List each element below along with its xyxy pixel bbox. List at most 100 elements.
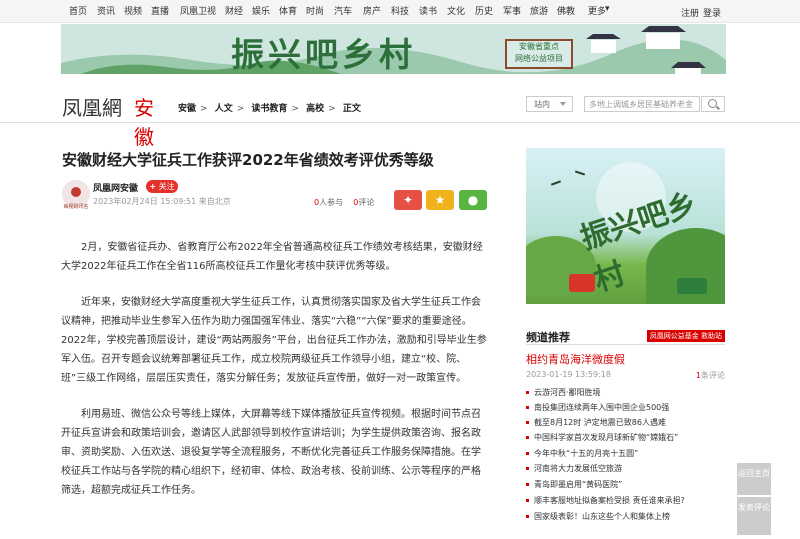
list-item[interactable]: 今年中秋“十五的月亮十五圆” <box>526 448 725 459</box>
list-item-label: 截至8月12时 泸定地震已致86人遇难 <box>534 418 666 427</box>
stamp-line-1: 安徽省重点 <box>519 42 559 51</box>
bird-icon <box>550 180 562 186</box>
tractor-icon <box>569 274 595 292</box>
list-item-label: 今年中秋“十五的月亮十五圆” <box>534 449 639 458</box>
nav-sports[interactable]: 体育 <box>279 4 297 17</box>
list-item[interactable]: 青岛即墨启用“黄码医院” <box>526 479 725 490</box>
nav-live[interactable]: 直播 <box>151 4 169 17</box>
breadcrumb-separator-icon: > <box>200 104 208 114</box>
nav-tech[interactable]: 科技 <box>391 4 409 17</box>
sidebar-ad-image[interactable]: 振兴吧乡村 <box>526 148 725 304</box>
list-item-label: 顺丰客服地址拟备案检受损 责任谁来承担? <box>534 496 685 505</box>
avatar-caption: 每视财讯名 <box>63 204 89 210</box>
plus-icon: + <box>149 182 157 191</box>
list-item-label: 青岛即墨启用“黄码医院” <box>534 480 623 489</box>
login-link[interactable]: 登录 <box>703 6 721 19</box>
bullet-icon <box>526 391 529 394</box>
breadcrumb-separator-icon: > <box>291 104 299 114</box>
nav-finance[interactable]: 财经 <box>225 4 243 17</box>
banner-title: 振兴吧乡村 <box>231 35 416 74</box>
breadcrumb-universities[interactable]: 高校 <box>306 104 324 114</box>
breadcrumb: 安徽 > 人文 > 读书教育 > 高校 > 正文 <box>178 101 365 114</box>
breadcrumb-culture[interactable]: 人文 <box>215 104 233 114</box>
breadcrumb-current: 正文 <box>342 104 361 114</box>
list-item-label: 南投集团连续两年入围中国企业500强 <box>534 403 670 412</box>
nav-entertainment[interactable]: 娱乐 <box>252 4 270 17</box>
chevron-down-icon <box>560 102 566 106</box>
share-weibo-button[interactable]: ✦ <box>394 190 422 210</box>
nav-more[interactable]: 更多 <box>588 4 606 17</box>
list-item[interactable]: 云游河西·鄱阳胜境 <box>526 387 725 398</box>
bullet-icon <box>526 483 529 486</box>
search-scope-select[interactable]: 站内 <box>526 96 573 112</box>
nav-books[interactable]: 读书 <box>419 4 437 17</box>
nav-history[interactable]: 历史 <box>475 4 493 17</box>
list-item[interactable]: 南投集团连续两年入围中国企业500强 <box>526 402 725 413</box>
nav-auto[interactable]: 汽车 <box>334 4 352 17</box>
article-body: 2月，安徽省征兵办、省教育厅公布2022年全省普通高校征兵工作绩效考核结果，安徽… <box>61 238 489 517</box>
bullet-icon <box>526 421 529 424</box>
list-item[interactable]: 截至8月12时 泸定地震已致86人遇难 <box>526 417 725 428</box>
article-counts: 0人参与 0评论 <box>314 197 374 208</box>
breadcrumb-separator-icon: > <box>328 104 336 114</box>
list-item-label: 河南将大力发展低空旅游 <box>534 464 622 473</box>
nav-travel[interactable]: 旅游 <box>530 4 548 17</box>
rural-revitalization-banner[interactable]: 振兴吧乡村 安徽省重点 网络公益项目 <box>61 24 726 74</box>
site-logo[interactable]: 凤凰網 安徽 <box>62 92 173 149</box>
banner-stamp: 安徽省重点 网络公益项目 <box>505 39 573 69</box>
nav-phoenix-tv[interactable]: 凤凰卫视 <box>180 4 216 17</box>
avatar[interactable]: 每视财讯名 <box>62 180 90 210</box>
list-item-label: 云游河西·鄱阳胜境 <box>534 388 601 397</box>
nav-buddhism[interactable]: 佛教 <box>557 4 575 17</box>
back-home-button[interactable]: 返回主页 <box>737 463 771 495</box>
stamp-line-2: 网络公益项目 <box>515 54 563 63</box>
logo-brand: 凤凰網 <box>62 96 122 120</box>
nav-fashion[interactable]: 时尚 <box>306 4 324 17</box>
list-item[interactable]: 中国科学家首次发现月球新矿物“嫦娥石” <box>526 432 725 443</box>
list-item[interactable]: 顺丰客服地址拟备案检受损 责任谁来承担? <box>526 495 725 506</box>
search-button[interactable] <box>701 96 725 112</box>
breadcrumb-anhui[interactable]: 安徽 <box>178 104 196 114</box>
chevron-down-icon: ▾ <box>605 4 610 14</box>
nav-video[interactable]: 视频 <box>124 4 142 17</box>
author-name[interactable]: 凤凰网安徽 <box>93 181 138 194</box>
nav-house[interactable]: 房产 <box>363 4 381 17</box>
paragraph: 2月，安徽省征兵办、省教育厅公布2022年全省普通高校征兵工作绩效考核结果，安徽… <box>61 242 483 272</box>
breadcrumb-books-education[interactable]: 读书教育 <box>251 104 287 114</box>
channel-recommend-label: 频道推荐 <box>526 331 570 344</box>
list-item-label: 中国科学家首次发现月球新矿物“嫦娥石” <box>534 433 679 442</box>
charity-fund-tag[interactable]: 凤凰网公益基金 救助站 <box>646 330 725 342</box>
bullet-icon <box>526 452 529 455</box>
channel-recommend-header: 频道推荐 凤凰网公益基金 救助站 <box>526 329 725 345</box>
search-icon-handle <box>716 105 720 110</box>
list-item[interactable]: 河南将大力发展低空旅游 <box>526 463 725 474</box>
nav-military[interactable]: 军事 <box>503 4 521 17</box>
participants-label: 人参与 <box>319 198 344 207</box>
search-scope-value: 站内 <box>534 100 550 109</box>
bullet-icon <box>526 467 529 470</box>
nav-home[interactable]: 首页 <box>69 4 87 17</box>
star-icon: ★ <box>434 193 446 207</box>
featured-comment-count[interactable]: 1条评论 <box>696 370 725 381</box>
list-item-label: 国家级表彰！山东这些个人和集体上榜 <box>534 512 670 521</box>
nav-news[interactable]: 资讯 <box>97 4 115 17</box>
bullet-icon <box>526 515 529 518</box>
top-navigation: 首页 资讯 视频 直播 凤凰卫视 财经 娱乐 体育 时尚 汽车 房产 科技 读书… <box>0 0 800 23</box>
share-wechat-button[interactable]: ● <box>459 190 487 210</box>
register-link[interactable]: 注册 <box>681 6 699 19</box>
favorite-button[interactable]: ★ <box>426 190 454 210</box>
featured-date: 2023-01-19 13:59:18 <box>526 370 611 379</box>
list-item[interactable]: 国家级表彰！山东这些个人和集体上榜 <box>526 511 725 522</box>
search-input[interactable]: 多地上调城乡居民基础养老金 <box>584 96 700 112</box>
logo-province: 安徽 <box>134 96 154 149</box>
featured-count-label: 条评论 <box>701 371 725 380</box>
bullet-icon <box>526 436 529 439</box>
article-date: 2023年02月24日 15:09:51 来自北京 <box>93 197 231 206</box>
article-title: 安徽财经大学征兵工作获评2022年省绩效考评优秀等级 <box>62 151 434 169</box>
follow-button[interactable]: + 关注 <box>146 180 178 193</box>
post-comment-button[interactable]: 发表评论 <box>737 497 771 535</box>
featured-title[interactable]: 相约青岛海洋微度假 <box>526 351 625 367</box>
nav-culture[interactable]: 文化 <box>447 4 465 17</box>
breadcrumb-separator-icon: > <box>236 104 245 114</box>
comments-label[interactable]: 评论 <box>358 198 374 207</box>
